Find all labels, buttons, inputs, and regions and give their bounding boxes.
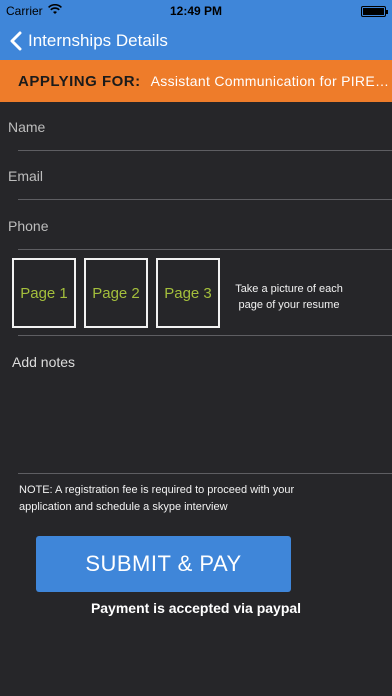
chevron-left-icon [10, 31, 22, 51]
status-time: 12:49 PM [169, 4, 223, 18]
divider [18, 199, 392, 200]
page-2-button[interactable]: Page 2 [84, 258, 148, 328]
status-bar: Carrier 12:49 PM [0, 0, 392, 22]
divider [18, 473, 392, 474]
payment-note: Payment is accepted via paypal [90, 600, 302, 616]
applying-for-label: APPLYING FOR: [18, 72, 141, 90]
pages-hint: Take a picture of each page of your resu… [235, 283, 343, 311]
submit-pay-button[interactable]: SUBMIT & PAY [36, 536, 291, 592]
registration-note: NOTE: A registration fee is required to … [19, 484, 295, 513]
nav-bar: Internships Details [0, 22, 392, 60]
notes-placeholder: Add notes [12, 354, 76, 370]
resume-pages: Page 1 Page 2 Page 3 Take a picture of e… [0, 250, 392, 336]
name-field[interactable]: Name [0, 102, 392, 151]
name-placeholder: Name [8, 119, 46, 135]
applying-for-banner: APPLYING FOR: Assistant Communication fo… [0, 60, 392, 102]
back-button[interactable]: Internships Details [10, 28, 168, 54]
notes-field[interactable]: Add notes [0, 336, 392, 474]
back-label: Internships Details [28, 31, 168, 50]
phone-placeholder: Phone [8, 218, 49, 234]
email-placeholder: Email [8, 168, 44, 184]
battery-icon [361, 6, 388, 17]
page-3-button[interactable]: Page 3 [156, 258, 220, 328]
phone-field[interactable]: Phone [0, 201, 392, 250]
email-field[interactable]: Email [0, 151, 392, 200]
internship-title: Assistant Communication for PIRE… [150, 73, 390, 89]
page-1-button[interactable]: Page 1 [12, 258, 76, 328]
